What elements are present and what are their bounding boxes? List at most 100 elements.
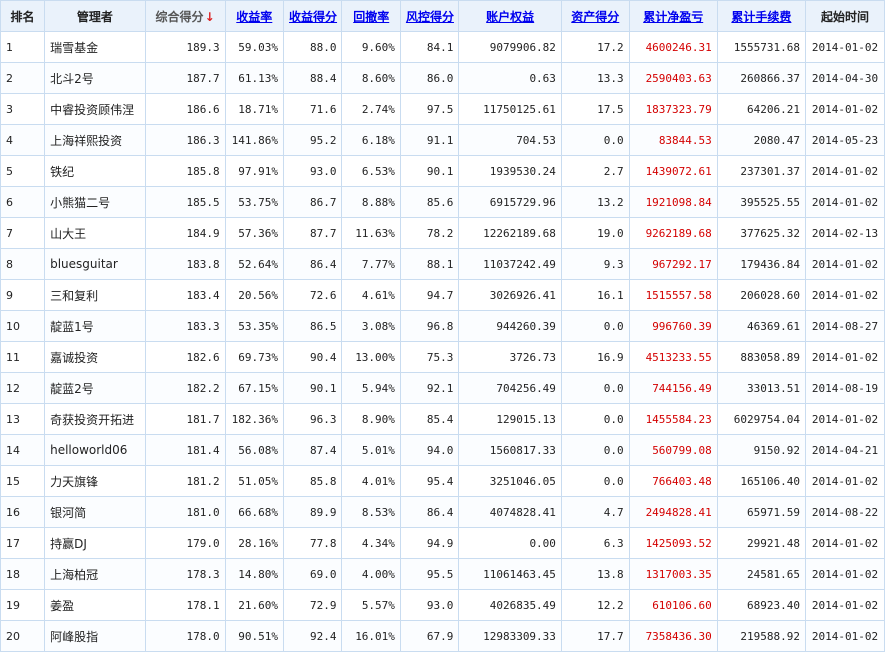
cell-return-rate: 56.08% (224, 434, 285, 466)
cell-manager: 上海祥熙投资 (44, 124, 146, 156)
cell-equity: 11061463.45 (458, 558, 562, 590)
table-row: 8 bluesguitar 183.8 52.64% 86.4 7.77% 88.1 1103… (0, 248, 885, 280)
header-risk-score[interactable]: 风控得分 (399, 0, 460, 32)
cell-return-score: 86.7 (283, 186, 343, 218)
cell-rank: 6 (0, 186, 46, 218)
cell-risk-score: 86.0 (399, 62, 460, 94)
cell-total-score: 187.7 (144, 62, 226, 94)
cell-asset-score: 0.0 (560, 372, 630, 404)
cell-total-score: 189.3 (144, 31, 226, 63)
cell-risk-score: 86.4 (399, 496, 460, 528)
header-asset-score[interactable]: 资产得分 (560, 0, 630, 32)
header-return-score[interactable]: 收益得分 (283, 0, 343, 32)
cell-return-score: 92.4 (283, 620, 343, 652)
cell-asset-score: 19.0 (560, 217, 630, 249)
cell-risk-score: 88.1 (399, 248, 460, 280)
cell-fees: 29921.48 (716, 527, 806, 559)
cell-start-date: 2014-01-02 (804, 589, 885, 621)
cell-return-rate: 53.35% (224, 310, 285, 342)
cell-equity: 704.53 (458, 124, 562, 156)
table-row: 20 阿峰股指 178.0 90.51% 92.4 16.01% 67.9 12983309.… (0, 620, 885, 652)
table-row: 7 山大王 184.9 57.36% 87.7 11.63% 78.2 12262189.68… (0, 217, 885, 249)
cell-asset-score: 16.9 (560, 341, 630, 373)
header-equity[interactable]: 账户权益 (458, 0, 562, 32)
cell-drawdown: 8.90% (341, 403, 401, 435)
cell-drawdown: 13.00% (341, 341, 401, 373)
header-total-score[interactable]: 综合得分↓ (144, 0, 226, 32)
cell-net-pnl: 996760.39 (628, 310, 718, 342)
cell-manager: 北斗2号 (44, 62, 146, 94)
cell-asset-score: 0.0 (560, 124, 630, 156)
header-net-pnl[interactable]: 累计净盈亏 (628, 0, 718, 32)
cell-drawdown: 8.60% (341, 62, 401, 94)
cell-manager: 嘉诚投资 (44, 341, 146, 373)
cell-net-pnl: 1455584.23 (628, 403, 718, 435)
table-row: 3 中睿投资顾伟涅 186.6 18.71% 71.6 2.74% 97.5 11750125… (0, 93, 885, 125)
cell-start-date: 2014-02-13 (804, 217, 885, 249)
cell-equity: 4026835.49 (458, 589, 562, 621)
cell-asset-score: 0.0 (560, 434, 630, 466)
table-row: 6 小熊猫二号 185.5 53.75% 86.7 8.88% 85.6 6915729.96… (0, 186, 885, 218)
cell-drawdown: 5.01% (341, 434, 401, 466)
cell-start-date: 2014-01-02 (804, 186, 885, 218)
cell-net-pnl: 2590403.63 (628, 62, 718, 94)
cell-rank: 13 (0, 403, 46, 435)
cell-fees: 179436.84 (716, 248, 806, 280)
cell-fees: 33013.51 (716, 372, 806, 404)
cell-drawdown: 6.53% (341, 155, 401, 187)
cell-total-score: 186.6 (144, 93, 226, 125)
cell-asset-score: 4.7 (560, 496, 630, 528)
cell-fees: 377625.32 (716, 217, 806, 249)
cell-asset-score: 17.5 (560, 93, 630, 125)
cell-return-score: 87.4 (283, 434, 343, 466)
cell-rank: 12 (0, 372, 46, 404)
cell-rank: 10 (0, 310, 46, 342)
cell-start-date: 2014-01-02 (804, 155, 885, 187)
cell-net-pnl: 9262189.68 (628, 217, 718, 249)
cell-rank: 14 (0, 434, 46, 466)
ranking-table: 排名 管理者 综合得分↓ 收益率 收益得分 回撤率 风控得分 账户权益 资产得分… (0, 0, 885, 652)
cell-return-score: 88.4 (283, 62, 343, 94)
table-row: 14 helloworld06 181.4 56.08% 87.4 5.01% 94.0 15… (0, 434, 885, 466)
cell-drawdown: 4.00% (341, 558, 401, 590)
cell-total-score: 182.2 (144, 372, 226, 404)
cell-drawdown: 8.88% (341, 186, 401, 218)
cell-fees: 260866.37 (716, 62, 806, 94)
cell-return-score: 72.6 (283, 279, 343, 311)
cell-fees: 883058.89 (716, 341, 806, 373)
cell-risk-score: 78.2 (399, 217, 460, 249)
cell-start-date: 2014-01-02 (804, 279, 885, 311)
cell-return-score: 90.4 (283, 341, 343, 373)
cell-net-pnl: 560799.08 (628, 434, 718, 466)
cell-risk-score: 94.9 (399, 527, 460, 559)
cell-equity: 1560817.33 (458, 434, 562, 466)
cell-return-score: 95.2 (283, 124, 343, 156)
cell-total-score: 181.2 (144, 465, 226, 497)
cell-rank: 4 (0, 124, 46, 156)
cell-start-date: 2014-01-02 (804, 93, 885, 125)
cell-start-date: 2014-04-21 (804, 434, 885, 466)
cell-start-date: 2014-01-02 (804, 620, 885, 652)
table-row: 16 银河简 181.0 66.68% 89.9 8.53% 86.4 4074828.41 4… (0, 496, 885, 528)
cell-drawdown: 4.61% (341, 279, 401, 311)
cell-return-rate: 57.36% (224, 217, 285, 249)
cell-return-rate: 97.91% (224, 155, 285, 187)
cell-return-rate: 141.86% (224, 124, 285, 156)
cell-risk-score: 95.4 (399, 465, 460, 497)
cell-manager: 姜盈 (44, 589, 146, 621)
header-fees[interactable]: 累计手续费 (716, 0, 806, 32)
header-return-rate[interactable]: 收益率 (224, 0, 285, 32)
cell-manager: 银河简 (44, 496, 146, 528)
table-row: 4 上海祥熙投资 186.3 141.86% 95.2 6.18% 91.1 704.53 0.… (0, 124, 885, 156)
cell-risk-score: 97.5 (399, 93, 460, 125)
cell-return-score: 86.5 (283, 310, 343, 342)
cell-fees: 395525.55 (716, 186, 806, 218)
cell-fees: 46369.61 (716, 310, 806, 342)
table-row: 15 力天旗锋 181.2 51.05% 85.8 4.01% 95.4 3251046.05… (0, 465, 885, 497)
cell-risk-score: 85.6 (399, 186, 460, 218)
cell-manager: 阿峰股指 (44, 620, 146, 652)
cell-return-score: 86.4 (283, 248, 343, 280)
cell-fees: 219588.92 (716, 620, 806, 652)
header-drawdown[interactable]: 回撤率 (341, 0, 401, 32)
cell-return-rate: 53.75% (224, 186, 285, 218)
